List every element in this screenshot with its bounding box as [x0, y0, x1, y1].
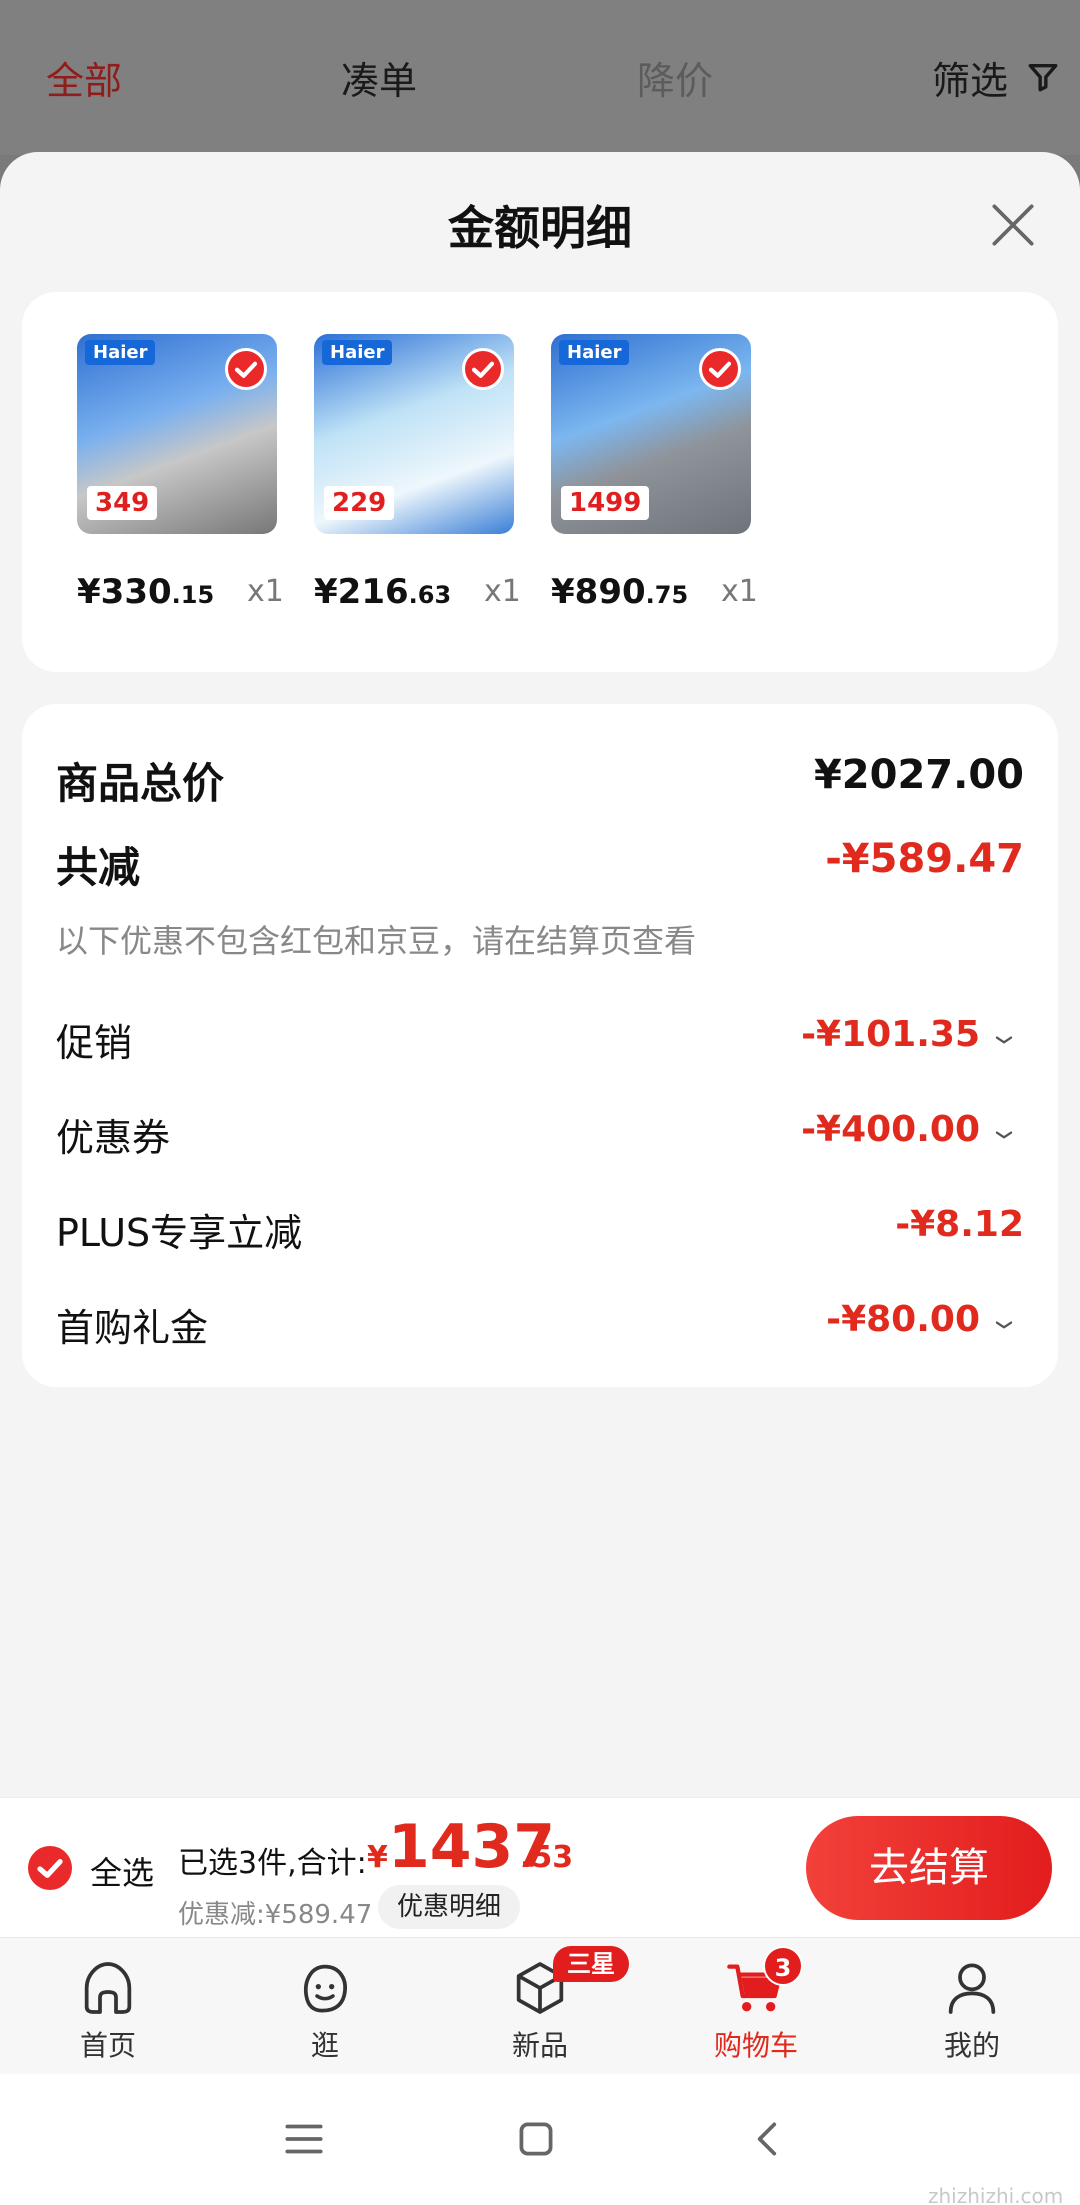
plus-discount-label: PLUS专享立减: [56, 1211, 303, 1255]
cart-count-badge: 3: [763, 1946, 803, 1986]
home-icon: [84, 1962, 132, 2014]
product-item[interactable]: Haier 229 ¥216.63 x1: [314, 334, 521, 612]
product-image: Haier 1499: [551, 334, 751, 534]
promotion-value: -¥101.35: [801, 1014, 980, 1055]
filter-icon[interactable]: [1026, 60, 1060, 94]
tab-explore-label: 逛: [310, 2029, 339, 2062]
product-quantity: x1: [484, 574, 521, 609]
new-arrivals-badge: 三星: [553, 1946, 629, 1982]
tab-cart-label: 购物车: [713, 2029, 798, 2062]
price-main: ¥216: [314, 572, 409, 612]
total-price-label: 商品总价: [56, 759, 225, 808]
tab-price-drop[interactable]: 降价: [637, 50, 713, 105]
back-icon[interactable]: [743, 2114, 793, 2164]
plus-discount-value: -¥8.12: [895, 1204, 1024, 1245]
selected-check-icon[interactable]: [462, 348, 504, 390]
price-cents: .63: [408, 581, 452, 609]
plus-discount-row: PLUS专享立减 -¥8.12: [56, 1202, 1024, 1262]
first-purchase-gift-label: 首购礼金: [56, 1306, 209, 1350]
coupon-value: -¥400.00: [801, 1109, 980, 1150]
bottom-tab-bar: 首页 逛 新品 购物车 我的 三星 3: [0, 1937, 1080, 2074]
promo-price-tag: 349: [87, 486, 158, 520]
tab-bundle[interactable]: 凑单: [341, 50, 417, 105]
menu-icon[interactable]: [279, 2114, 329, 2164]
discount-amount-text: 优惠减:¥589.47: [178, 1900, 373, 1930]
chevron-down-icon[interactable]: [990, 1121, 1018, 1149]
coupon-label: 优惠券: [56, 1116, 171, 1160]
price-main: ¥330: [77, 572, 172, 612]
tab-filter[interactable]: 筛选: [932, 50, 1008, 105]
tab-profile[interactable]: 我的: [902, 1956, 1042, 2064]
brand-logo: Haier: [559, 340, 630, 365]
first-purchase-gift-value: -¥80.00: [826, 1299, 980, 1340]
tab-explore[interactable]: 逛: [255, 1956, 395, 2064]
total-discount-row: 共减 -¥589.47: [56, 834, 1024, 894]
tab-new-arrivals-label: 新品: [511, 2029, 568, 2062]
total-discount-label: 共减: [56, 843, 141, 892]
sheet-title: 金额明细: [448, 201, 632, 255]
tab-cart[interactable]: 购物车: [686, 1956, 826, 2064]
product-price: ¥890.75: [551, 572, 688, 612]
chevron-down-icon[interactable]: [990, 1026, 1018, 1054]
smiley-face-icon: [303, 1964, 347, 2013]
price-cents: .75: [645, 581, 689, 609]
tab-home-label: 首页: [79, 2029, 136, 2062]
coupon-row[interactable]: 优惠券 -¥400.00: [56, 1107, 1024, 1167]
system-navigation-bar: zhizhizhi.com: [0, 2074, 1080, 2205]
checkout-bar: 全选 已选3件,合计: ¥ 1437 .53 优惠减:¥589.47 优惠明细 …: [0, 1797, 1080, 1937]
promotion-row[interactable]: 促销 -¥101.35: [56, 1012, 1024, 1072]
brand-logo: Haier: [322, 340, 393, 365]
filter-tab-bar: 全部 凑单 降价 筛选: [0, 0, 1080, 155]
first-purchase-gift-row[interactable]: 首购礼金 -¥80.00: [56, 1297, 1024, 1357]
total-discount-value: -¥589.47: [825, 836, 1024, 882]
promo-price-tag: 229: [324, 486, 395, 520]
price-summary-card: 商品总价 ¥2027.00 共减 -¥589.47 以下优惠不包含红包和京豆，请…: [22, 704, 1058, 1387]
promo-price-tag: 1499: [561, 486, 650, 520]
product-price: ¥216.63: [314, 572, 451, 612]
selected-check-icon[interactable]: [699, 348, 741, 390]
discount-note: 以下优惠不包含红包和京豆，请在结算页查看: [56, 922, 697, 960]
product-image: Haier 349: [77, 334, 277, 534]
close-icon[interactable]: [985, 197, 1041, 253]
total-price-row: 商品总价 ¥2027.00: [56, 750, 1024, 810]
watermark: zhizhizhi.com: [928, 2184, 1064, 2205]
select-all-checkbox[interactable]: [28, 1846, 72, 1890]
price-cents: .15: [171, 581, 215, 609]
total-amount-cents: .53: [520, 1840, 574, 1875]
brand-logo: Haier: [85, 340, 156, 365]
product-item[interactable]: Haier 349 ¥330.15 x1: [77, 334, 284, 612]
discount-detail-button[interactable]: 优惠明细: [378, 1885, 520, 1929]
user-icon: [948, 1963, 996, 2014]
promotion-label: 促销: [56, 1021, 133, 1065]
chevron-down-icon[interactable]: [990, 1311, 1018, 1339]
total-currency: ¥: [367, 1840, 388, 1875]
tab-home[interactable]: 首页: [38, 1956, 178, 2064]
tab-profile-label: 我的: [943, 2029, 1000, 2062]
total-price-value: ¥2027.00: [813, 752, 1024, 798]
tab-all[interactable]: 全部: [46, 50, 122, 105]
home-square-icon[interactable]: [511, 2114, 561, 2164]
checkout-button[interactable]: 去结算: [806, 1816, 1052, 1920]
product-quantity: x1: [721, 574, 758, 609]
product-image: Haier 229: [314, 334, 514, 534]
product-item[interactable]: Haier 1499 ¥890.75 x1: [551, 334, 758, 612]
product-price: ¥330.15: [77, 572, 214, 612]
price-main: ¥890: [551, 572, 646, 612]
select-all-label[interactable]: 全选: [90, 1848, 154, 1894]
product-list-card: Haier 349 ¥330.15 x1 Haier 229 ¥216.63 x…: [22, 292, 1058, 672]
selected-check-icon[interactable]: [225, 348, 267, 390]
amount-detail-sheet: 金额明细 Haier 349 ¥330.15 x1 Haier 229 ¥216…: [0, 152, 1080, 1797]
product-quantity: x1: [247, 574, 284, 609]
selected-count-text: 已选3件,合计:: [178, 1846, 367, 1881]
